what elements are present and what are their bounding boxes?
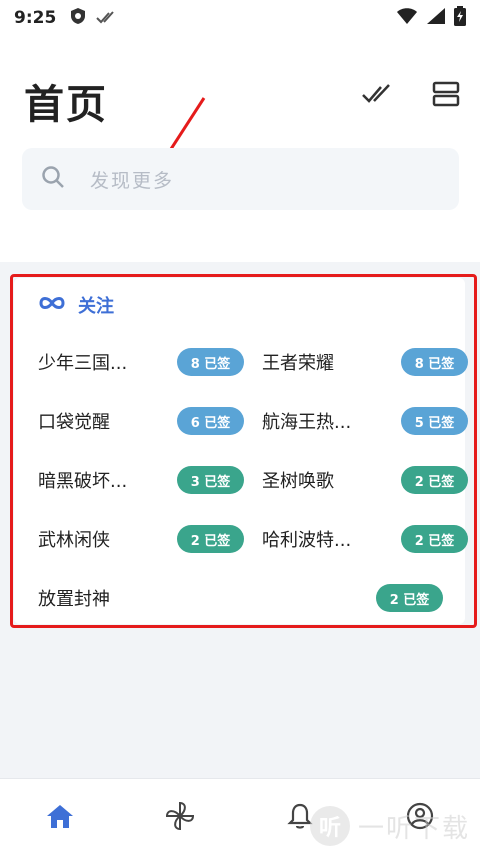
search-bar[interactable]: 发现更多 [22, 148, 459, 210]
list-item[interactable]: 哈利波特... 2 已签 [262, 524, 468, 554]
home-icon [46, 803, 74, 833]
shield-icon [70, 7, 86, 29]
view-list-icon [432, 81, 460, 111]
signin-badge: 5 已签 [401, 407, 468, 435]
following-card: 关注 少年三国... 8 已签 王者荣耀 8 已签 口袋觉醒 6 已签 航海王热… [14, 278, 468, 624]
watermark-glyph: 听 [309, 806, 350, 846]
watermark-text: 一听下载 [357, 813, 470, 844]
game-name: 放置封神 [38, 589, 110, 610]
layout-toggle-button[interactable] [430, 80, 462, 112]
game-name: 暗黑破坏... [38, 471, 128, 492]
nav-discover[interactable] [163, 801, 197, 835]
wifi-icon [396, 7, 418, 29]
list-item[interactable]: 放置封神 2 已签 [38, 583, 443, 613]
list-item[interactable]: 航海王热... 5 已签 [262, 406, 468, 436]
signin-badge: 6 已签 [177, 407, 244, 435]
section-title: 关注 [78, 296, 114, 317]
battery-icon [454, 6, 466, 30]
watermark-logo: 听 一听下载 [309, 806, 470, 846]
list-item[interactable]: 少年三国... 8 已签 [38, 347, 244, 377]
signin-badge: 2 已签 [401, 525, 468, 553]
game-name: 圣树唤歌 [262, 471, 334, 492]
game-name: 王者荣耀 [262, 353, 334, 374]
header-actions [362, 80, 462, 112]
signin-badge: 2 已签 [177, 525, 244, 553]
signin-badge: 8 已签 [177, 348, 244, 376]
list-item[interactable]: 武林闲侠 2 已签 [38, 524, 244, 554]
status-bar: 9:25 [0, 0, 480, 36]
nav-home[interactable] [43, 801, 77, 835]
signin-badge: 3 已签 [177, 466, 244, 494]
search-icon [40, 164, 66, 194]
pinwheel-icon [165, 801, 195, 835]
game-name: 武林闲侠 [38, 530, 110, 551]
list-item[interactable]: 王者荣耀 8 已签 [262, 347, 468, 377]
signin-badge: 2 已签 [401, 466, 468, 494]
list-item[interactable]: 口袋觉醒 6 已签 [38, 406, 244, 436]
section-header: 关注 [38, 292, 114, 318]
game-name: 哈利波特... [262, 530, 352, 551]
signin-badge: 2 已签 [376, 584, 443, 612]
status-time: 9:25 [14, 8, 57, 28]
game-name: 口袋觉醒 [38, 412, 110, 433]
signal-icon [426, 7, 446, 29]
mark-all-read-button[interactable] [362, 80, 394, 112]
double-check-icon [96, 9, 118, 28]
game-name: 航海王热... [262, 412, 352, 433]
list-item[interactable]: 暗黑破坏... 3 已签 [38, 465, 244, 495]
game-name: 少年三国... [38, 353, 128, 374]
search-placeholder: 发现更多 [90, 169, 175, 192]
page-title: 首页 [24, 82, 108, 128]
list-item[interactable]: 圣树唤歌 2 已签 [262, 465, 468, 495]
infinity-icon [38, 295, 66, 315]
signin-badge: 8 已签 [401, 348, 468, 376]
double-check-icon [361, 83, 395, 109]
